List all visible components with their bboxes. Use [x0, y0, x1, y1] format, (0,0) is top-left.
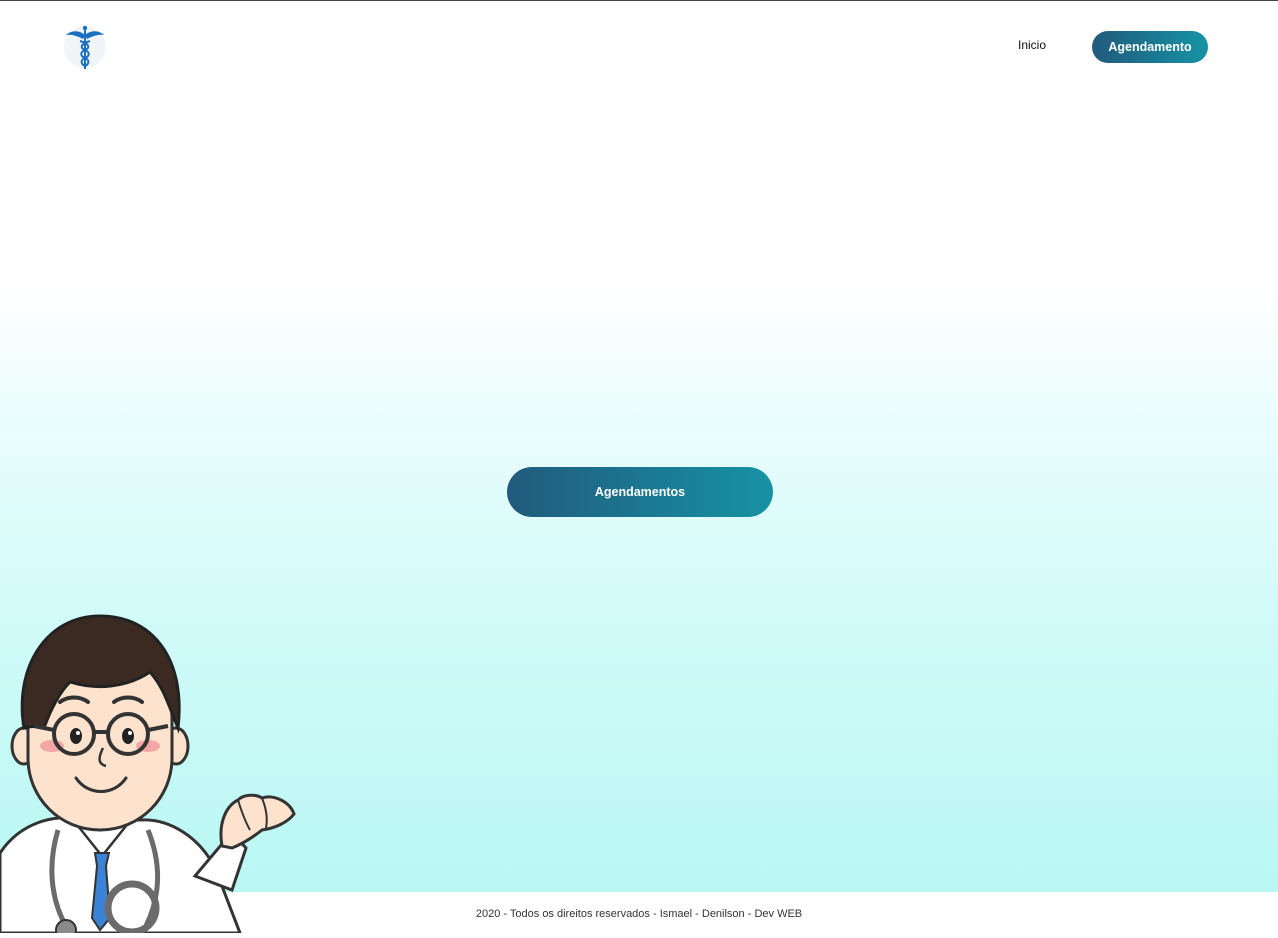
caduceus-icon[interactable] — [62, 23, 108, 71]
doctor-illustration — [0, 608, 300, 938]
nav-agendamento-button[interactable]: Agendamento — [1092, 31, 1208, 63]
nav-link-inicio[interactable]: Inicio — [1018, 38, 1046, 52]
navbar: Inicio Agendamento — [0, 1, 1278, 89]
agendamentos-button[interactable]: Agendamentos — [507, 467, 773, 517]
